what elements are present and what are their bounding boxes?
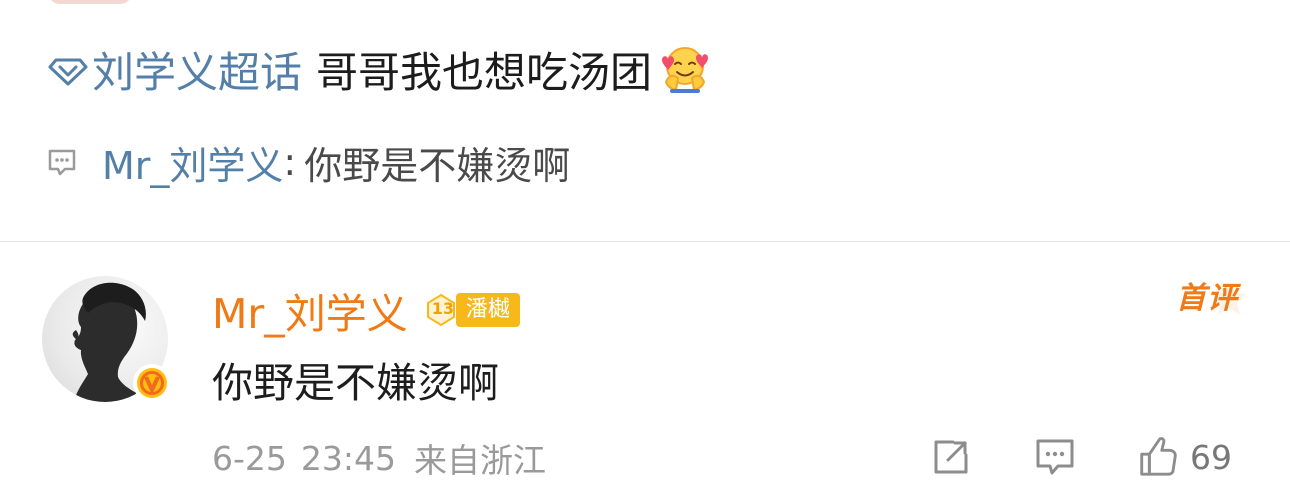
section-divider bbox=[0, 241, 1290, 242]
thumbs-up-icon bbox=[1136, 436, 1178, 478]
commenter-name-row: Mr_刘学义 13 潘樾 bbox=[212, 280, 520, 340]
like-count: 69 bbox=[1190, 437, 1232, 477]
comment-summary-username[interactable]: Mr_刘学义 bbox=[102, 135, 283, 190]
like-button[interactable]: 69 bbox=[1136, 434, 1232, 480]
topic-label: 刘学义超话 bbox=[92, 47, 303, 97]
comment-time: 23:45 bbox=[300, 438, 397, 478]
first-comment-tag: 首评 bbox=[1168, 277, 1250, 321]
first-comment-label: 首评 bbox=[1176, 281, 1238, 316]
commenter-username[interactable]: Mr_刘学义 bbox=[212, 280, 408, 340]
comment-meta: 6-25 23:45 来自浙江 bbox=[212, 434, 546, 482]
hug-face-icon bbox=[658, 42, 712, 96]
comment-icon bbox=[1034, 436, 1076, 478]
fan-level-number: 13 bbox=[431, 299, 454, 318]
comment-summary-line[interactable]: Mr_刘学义 : 你野是不嫌烫啊 bbox=[44, 136, 570, 188]
diamond-topic-icon bbox=[44, 45, 92, 93]
comment-summary-text: 你野是不嫌烫啊 bbox=[304, 143, 571, 188]
verified-v-icon bbox=[133, 364, 171, 402]
fan-name-label: 潘樾 bbox=[455, 293, 520, 327]
post-content-line: 刘学义超话 哥哥我也想吃汤团 bbox=[44, 40, 712, 98]
comment-text: 你野是不嫌烫啊 bbox=[212, 359, 499, 407]
comment-date: 6-25 bbox=[212, 438, 287, 478]
comment-button[interactable] bbox=[1034, 434, 1076, 480]
post-text: 哥哥我也想吃汤团 bbox=[316, 47, 653, 97]
fan-level-badge: 13 bbox=[424, 293, 458, 327]
fan-badge[interactable]: 13 潘樾 bbox=[424, 292, 520, 328]
previous-content-fragment bbox=[48, 0, 132, 4]
comment-bubble-icon bbox=[44, 144, 80, 180]
share-icon bbox=[930, 436, 972, 478]
comment-summary-separator: : bbox=[283, 140, 297, 184]
share-button[interactable] bbox=[930, 434, 972, 480]
topic-link[interactable]: 刘学义超话 bbox=[44, 39, 302, 100]
comment-location: 来自浙江 bbox=[414, 441, 547, 480]
commenter-avatar-wrapper[interactable] bbox=[42, 276, 171, 402]
